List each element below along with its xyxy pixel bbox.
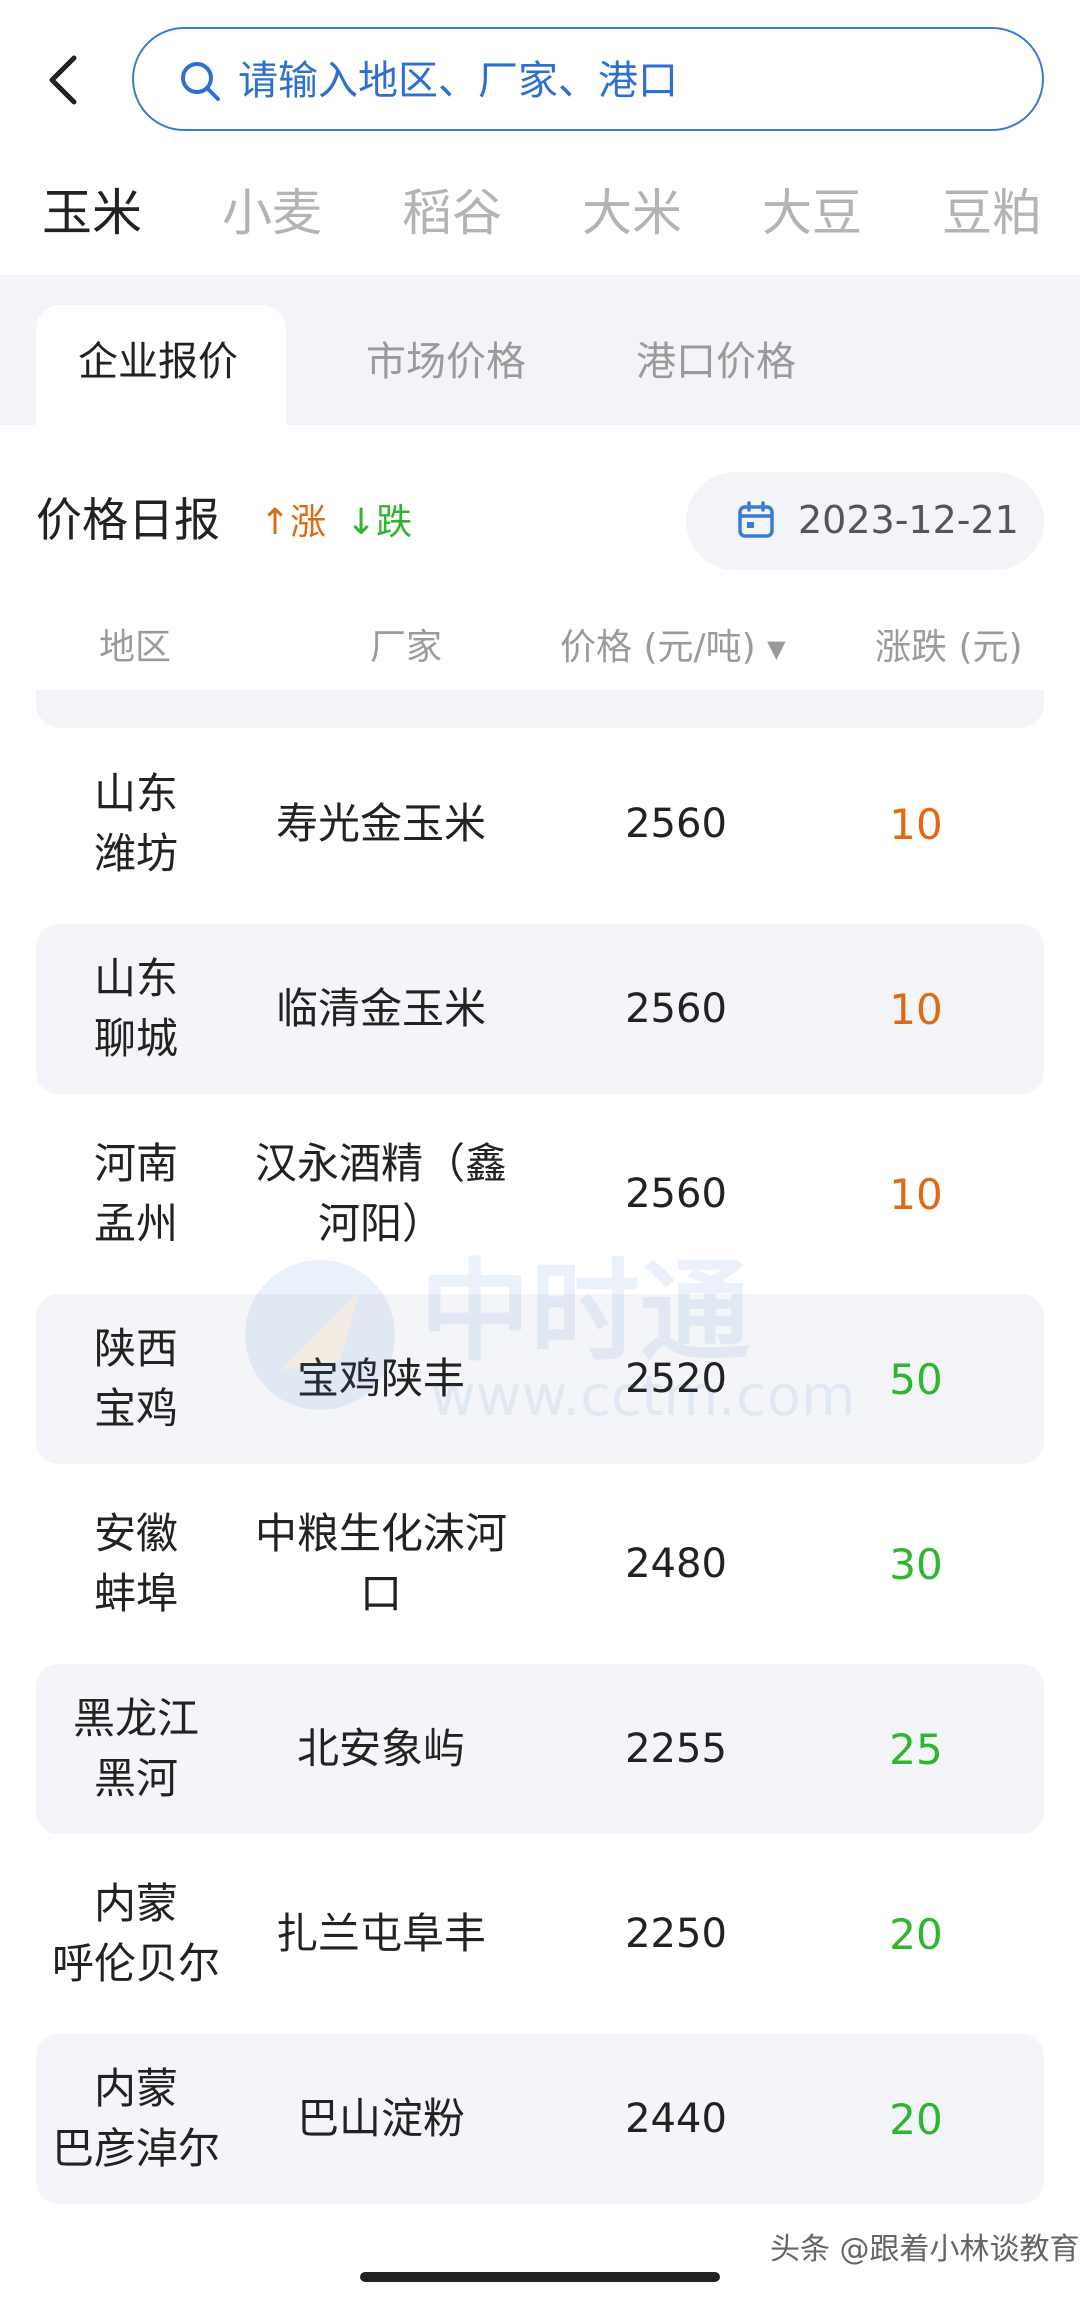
- column-header-price-label: 价格 (元/吨): [560, 627, 756, 668]
- tab-paddy[interactable]: 稻谷: [402, 178, 502, 248]
- price-cell: 2255: [625, 1726, 727, 1772]
- region-cell: 山东 潍坊: [93, 769, 178, 878]
- tab-market-price[interactable]: 市场价格: [366, 337, 526, 387]
- manufacturer-cell: 中粮生化沫河 口: [254, 1509, 507, 1618]
- manufacturer-cell: 北安象屿: [296, 1724, 465, 1773]
- column-header-region: 地区: [99, 627, 172, 668]
- legend-down: ↓跌: [346, 502, 413, 543]
- price-cell: 2560: [625, 986, 727, 1032]
- search-placeholder: 请输入地区、厂家、港口: [238, 58, 678, 104]
- change-cell: 10: [889, 799, 943, 849]
- tab-soybean[interactable]: 大豆: [762, 178, 862, 248]
- previous-row-edge: [36, 690, 1044, 728]
- back-button[interactable]: [40, 50, 90, 110]
- region-cell: 内蒙 巴彦淖尔: [51, 2064, 220, 2173]
- tab-soymeal[interactable]: 豆粕: [942, 178, 1042, 248]
- legend-up: ↑涨: [260, 502, 327, 543]
- calendar-icon: [738, 501, 774, 538]
- region-cell: 河南 孟州: [93, 1139, 178, 1248]
- tab-rice[interactable]: 大米: [582, 178, 682, 248]
- price-cell: 2250: [625, 1911, 727, 1957]
- home-indicator[interactable]: [360, 2272, 720, 2282]
- header: 请输入地区、厂家、港口: [0, 0, 1080, 160]
- manufacturer-cell: 寿光金玉米: [275, 799, 486, 848]
- table-row[interactable]: 山东 聊城 临清金玉米 2560 10: [36, 924, 1044, 1094]
- change-cell: 25: [889, 1724, 943, 1774]
- table-row[interactable]: 内蒙 呼伦贝尔 扎兰屯阜丰 2250 20: [36, 1849, 1044, 2019]
- change-cell: 20: [889, 1909, 943, 1959]
- region-cell: 黑龙江 黑河: [72, 1694, 199, 1803]
- manufacturer-cell: 巴山淀粉: [296, 2094, 465, 2143]
- category-tabs: 玉米 小麦 稻谷 大米 大豆 豆粕: [0, 178, 1080, 278]
- region-cell: 山东 聊城: [93, 954, 178, 1063]
- change-cell: 50: [889, 1354, 943, 1404]
- region-cell: 安徽 蚌埠: [93, 1509, 178, 1618]
- manufacturer-cell: 扎兰屯阜丰: [275, 1909, 486, 1958]
- price-cell: 2440: [625, 2096, 727, 2142]
- manufacturer-cell: 汉永酒精（鑫 河阳）: [254, 1139, 507, 1248]
- tab-corn[interactable]: 玉米: [42, 178, 142, 248]
- table-row[interactable]: 河南 孟州 汉永酒精（鑫 河阳） 2560 10: [36, 1109, 1044, 1279]
- search-icon: [181, 62, 220, 101]
- tab-enterprise-quote[interactable]: 企业报价: [36, 305, 286, 430]
- region-cell: 内蒙 呼伦贝尔: [51, 1879, 220, 1988]
- attribution: 头条 @跟着小林谈教育: [770, 2232, 1080, 2267]
- tab-port-price[interactable]: 港口价格: [636, 337, 796, 387]
- price-cell: 2520: [625, 1356, 727, 1402]
- date-text: 2023-12-21: [798, 498, 1019, 542]
- change-cell: 30: [889, 1539, 943, 1589]
- price-cell: 2560: [625, 801, 727, 847]
- report-header: 价格日报 ↑涨 ↓跌 2023-12-21: [0, 460, 1080, 570]
- change-cell: 20: [889, 2094, 943, 2144]
- table-row[interactable]: 安徽 蚌埠 中粮生化沫河 口 2480 30: [36, 1479, 1044, 1649]
- tab-wheat[interactable]: 小麦: [222, 178, 322, 248]
- sort-down-icon: ▼: [767, 635, 786, 663]
- chevron-left-icon: [49, 55, 77, 105]
- search-input[interactable]: 请输入地区、厂家、港口: [132, 27, 1044, 131]
- table-row[interactable]: 黑龙江 黑河 北安象屿 2255 25: [36, 1664, 1044, 1834]
- price-cell: 2560: [625, 1171, 727, 1217]
- column-header-manufacturer: 厂家: [370, 627, 443, 668]
- change-cell: 10: [889, 984, 943, 1034]
- column-header-price[interactable]: 价格 (元/吨) ▼: [560, 624, 786, 673]
- table-row[interactable]: 陕西 宝鸡 宝鸡陕丰 2520 50: [36, 1294, 1044, 1464]
- page-title: 价格日报: [36, 493, 220, 547]
- table-row[interactable]: 山东 潍坊 寿光金玉米 2560 10: [36, 739, 1044, 909]
- tab-enterprise-quote-label: 企业报价: [78, 339, 238, 385]
- price-cell: 2480: [625, 1541, 727, 1587]
- table-row[interactable]: 内蒙 巴彦淖尔 巴山淀粉 2440 20: [36, 2034, 1044, 2204]
- change-cell: 10: [889, 1169, 943, 1219]
- sub-tabs: 企业报价 市场价格 港口价格: [0, 275, 1080, 430]
- date-picker[interactable]: 2023-12-21: [686, 472, 1044, 570]
- manufacturer-cell: 临清金玉米: [275, 984, 486, 1033]
- column-header-change: 涨跌 (元): [875, 627, 1023, 668]
- manufacturer-cell: 宝鸡陕丰: [296, 1354, 465, 1403]
- region-cell: 陕西 宝鸡: [93, 1324, 178, 1433]
